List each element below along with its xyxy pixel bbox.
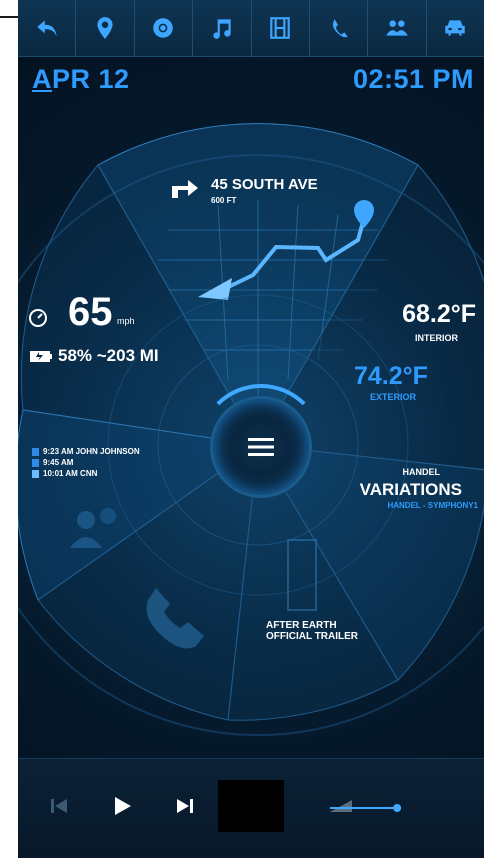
album-art [218,780,284,832]
social-item: 10:01 AM CNN [32,468,140,479]
nav-distance: 600 FT [211,196,237,205]
video-title-line2[interactable]: OFFICIAL TRAILER [266,631,358,642]
menu-button[interactable] [210,396,312,498]
facebook-icon [32,458,39,467]
music-subtitle: HANDEL - SYMPHONY1 [387,501,478,510]
play-button[interactable] [110,795,134,817]
speed-unit: mph [117,316,135,326]
hamburger-menu-icon [248,438,274,456]
top-nav-bar [18,0,484,57]
previous-track-button[interactable] [48,795,70,817]
battery-range: 58% ~203 MI [58,346,159,365]
next-icon [177,799,193,813]
battery-icon [30,351,52,362]
exterior-temp[interactable]: 74.2°F [354,362,428,391]
nav-street[interactable]: 45 SOUTH AVE [211,176,318,193]
interior-label: INTERIOR [414,333,458,343]
social-item: 9:45 AM [32,457,140,468]
volume-knob[interactable] [393,804,402,812]
interior-temp[interactable]: 68.2°F [402,300,476,329]
phone-icon[interactable] [310,0,369,56]
back-arrow-icon[interactable] [18,0,77,56]
car-dashboard: APR 12 02:51 PM 45 SOUTH AVE 600 FT 65 m… [18,0,484,858]
chrome-icon[interactable] [135,0,194,56]
social-feed[interactable]: 9:23 AM JOHN JOHNSON 9:45 AM 10:01 AM CN… [32,446,140,479]
video-title-line1[interactable]: AFTER EARTH [266,620,337,631]
play-icon [115,797,131,815]
car-icon[interactable] [427,0,484,56]
music-title[interactable]: VARIATIONS [360,480,462,500]
music-composer: HANDEL [402,467,441,477]
music-note-icon[interactable] [193,0,252,56]
next-track-button[interactable] [174,795,196,817]
turn-right-icon [172,180,198,198]
exterior-label: EXTERIOR [370,392,417,402]
film-icon[interactable] [252,0,310,56]
speedometer-icon [29,309,47,327]
speed-value: 65 [68,290,113,334]
volume-wedge [330,800,352,812]
date-display: APR 12 [32,64,130,94]
previous-icon [51,799,67,813]
location-pin-icon[interactable] [76,0,135,56]
twitter-icon [32,469,39,478]
facebook-icon [32,447,39,456]
social-item: 9:23 AM JOHN JOHNSON [32,446,140,457]
time-display: 02:51 PM [352,64,474,94]
contacts-icon[interactable] [368,0,427,56]
volume-slider[interactable] [330,788,410,828]
